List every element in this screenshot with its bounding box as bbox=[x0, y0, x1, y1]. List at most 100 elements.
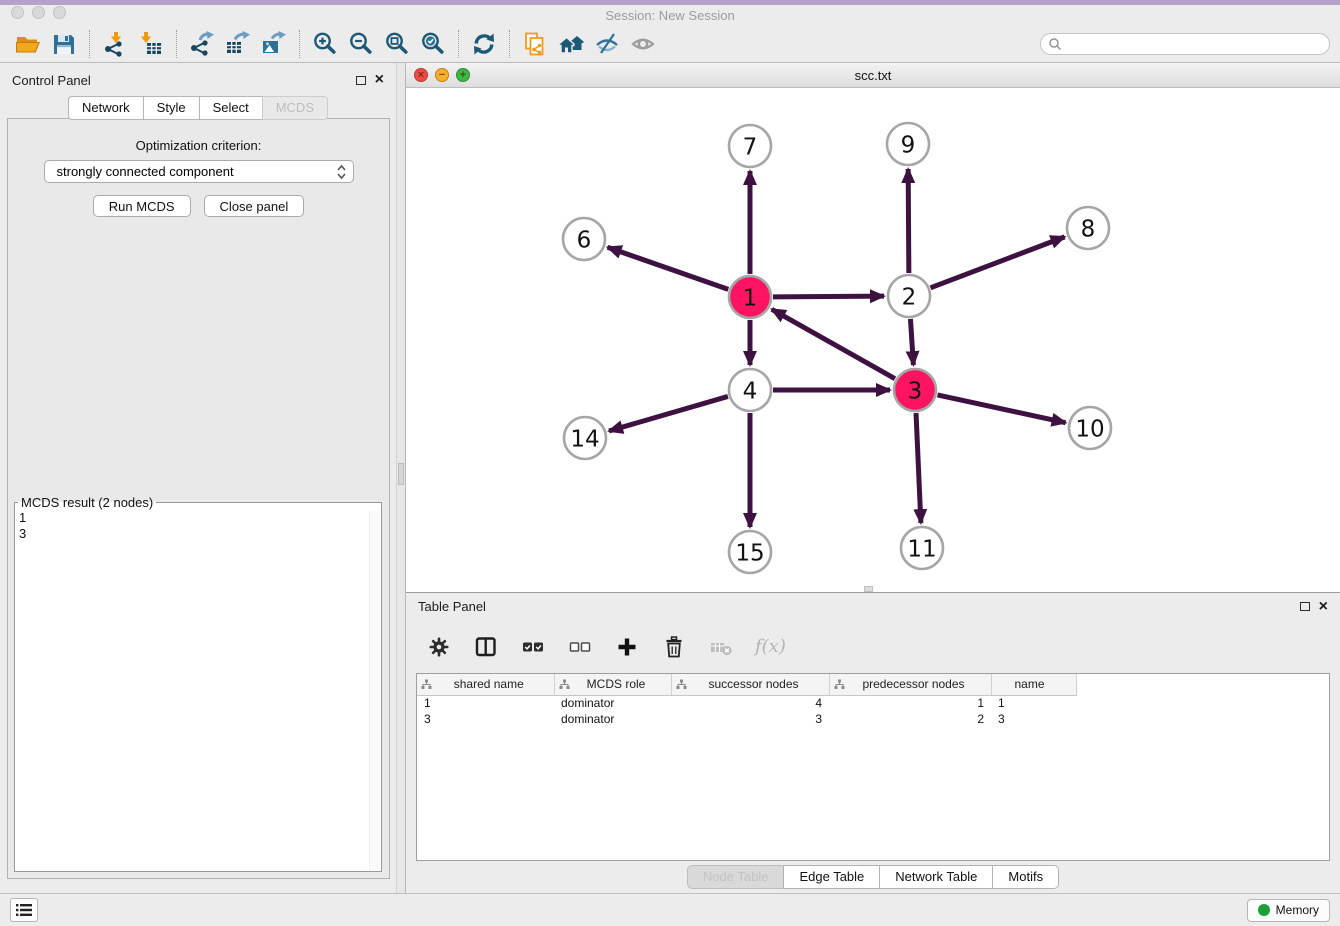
first-neighbors-button[interactable] bbox=[553, 28, 589, 60]
graph-node[interactable]: 15 bbox=[729, 531, 771, 573]
search-input[interactable] bbox=[1062, 37, 1322, 51]
hide-selected-button[interactable] bbox=[589, 28, 625, 60]
panel-splitter[interactable] bbox=[396, 63, 406, 893]
result-scrollbar[interactable] bbox=[369, 511, 380, 870]
tab-mcds[interactable]: MCDS bbox=[262, 96, 328, 120]
zoom-in-button[interactable] bbox=[307, 28, 343, 60]
close-table-panel-icon[interactable]: × bbox=[1319, 601, 1328, 613]
graph-node-label: 1 bbox=[743, 285, 758, 311]
app-close-button[interactable] bbox=[11, 6, 24, 19]
zoom-out-button[interactable] bbox=[343, 28, 379, 60]
graph-node[interactable]: 14 bbox=[564, 417, 606, 459]
close-panel-icon[interactable]: × bbox=[375, 74, 384, 86]
app-maximize-button[interactable] bbox=[53, 6, 66, 19]
network-canvas[interactable]: 7 9 6 8 1 2 4 3 14 10 15 11 bbox=[406, 88, 1340, 592]
graph-node[interactable]: 9 bbox=[887, 123, 929, 165]
graph-edge[interactable] bbox=[609, 396, 728, 431]
show-all-button[interactable] bbox=[625, 28, 661, 60]
tab-node-table[interactable]: Node Table bbox=[687, 865, 784, 889]
graph-edge[interactable] bbox=[608, 247, 729, 289]
graph-node[interactable]: 4 bbox=[729, 369, 771, 411]
table-row[interactable]: 3dominator323 bbox=[417, 711, 1076, 727]
toggle-columns-button[interactable] bbox=[473, 634, 499, 660]
export-network-button[interactable] bbox=[184, 28, 220, 60]
table-cell[interactable]: 3 bbox=[671, 711, 829, 727]
mcds-result-title: MCDS result (2 nodes) bbox=[18, 495, 156, 510]
new-network-from-selection-button[interactable] bbox=[517, 28, 553, 60]
table-cell[interactable]: 4 bbox=[671, 695, 829, 711]
network-close-button[interactable]: × bbox=[414, 68, 428, 82]
graph-edge[interactable] bbox=[910, 319, 913, 365]
splitter-grip[interactable] bbox=[398, 463, 404, 485]
table-cell[interactable]: 1 bbox=[829, 695, 991, 711]
graph-node[interactable]: 2 bbox=[888, 275, 930, 317]
network-minimize-button[interactable]: − bbox=[435, 68, 449, 82]
memory-button[interactable]: Memory bbox=[1247, 899, 1330, 922]
import-table-button[interactable] bbox=[133, 28, 169, 60]
apply-layout-button[interactable] bbox=[466, 28, 502, 60]
network-window-titlebar[interactable]: × − + scc.txt bbox=[406, 63, 1340, 88]
tab-network-table[interactable]: Network Table bbox=[879, 865, 992, 889]
column-header-mcds-role[interactable]: MCDS role bbox=[554, 674, 671, 695]
graph-edge[interactable] bbox=[937, 395, 1065, 423]
table-cell[interactable]: 3 bbox=[991, 711, 1076, 727]
graph-node[interactable]: 6 bbox=[563, 218, 605, 260]
graph-node[interactable]: 10 bbox=[1069, 407, 1111, 449]
table-cell[interactable]: 1 bbox=[991, 695, 1076, 711]
search-field[interactable] bbox=[1040, 33, 1330, 55]
graph-edge[interactable] bbox=[931, 237, 1065, 288]
network-zoom-button[interactable]: + bbox=[456, 68, 470, 82]
table-settings-button[interactable] bbox=[426, 634, 452, 660]
optimization-criterion-select[interactable]: strongly connected component bbox=[44, 160, 354, 183]
graph-node[interactable]: 1 bbox=[729, 276, 771, 318]
open-session-button[interactable] bbox=[10, 28, 46, 60]
graph-node[interactable]: 7 bbox=[729, 125, 771, 167]
network-graph[interactable]: 7 9 6 8 1 2 4 3 14 10 15 11 bbox=[406, 88, 1338, 592]
create-column-button[interactable] bbox=[614, 634, 640, 660]
column-header-successor-nodes[interactable]: successor nodes bbox=[671, 674, 829, 695]
graph-edge[interactable] bbox=[908, 169, 909, 273]
float-panel-icon[interactable] bbox=[356, 76, 366, 85]
network-splitter-grip[interactable] bbox=[864, 586, 873, 592]
graph-edge[interactable] bbox=[773, 296, 884, 297]
tab-network[interactable]: Network bbox=[68, 96, 143, 120]
trash-icon bbox=[662, 635, 686, 659]
column-header-shared-name[interactable]: shared name bbox=[417, 674, 554, 695]
task-history-button[interactable] bbox=[10, 898, 38, 922]
import-network-button[interactable] bbox=[97, 28, 133, 60]
function-builder-button[interactable]: f(x) bbox=[755, 634, 786, 660]
import-network-icon bbox=[102, 31, 128, 57]
deselect-all-button[interactable] bbox=[567, 634, 593, 660]
app-minimize-button[interactable] bbox=[32, 6, 45, 19]
delete-column-button[interactable] bbox=[661, 634, 687, 660]
graph-node[interactable]: 8 bbox=[1067, 207, 1109, 249]
tab-edge-table[interactable]: Edge Table bbox=[783, 865, 879, 889]
save-session-button[interactable] bbox=[46, 28, 82, 60]
graph-node[interactable]: 3 bbox=[894, 369, 936, 411]
delete-table-button[interactable] bbox=[708, 634, 734, 660]
graph-edge[interactable] bbox=[772, 309, 895, 378]
graph-node[interactable]: 11 bbox=[901, 527, 943, 569]
close-panel-button[interactable]: Close panel bbox=[204, 195, 305, 217]
table-cell[interactable]: dominator bbox=[554, 711, 671, 727]
column-header-name[interactable]: name bbox=[991, 674, 1076, 695]
graph-node-label: 15 bbox=[735, 540, 764, 566]
run-mcds-button[interactable]: Run MCDS bbox=[93, 195, 191, 217]
table-row[interactable]: 1dominator411 bbox=[417, 695, 1076, 711]
select-all-button[interactable] bbox=[520, 634, 546, 660]
tab-select[interactable]: Select bbox=[199, 96, 262, 120]
zoom-fit-button[interactable] bbox=[379, 28, 415, 60]
table-cell[interactable]: 1 bbox=[417, 695, 554, 711]
zoom-selected-button[interactable] bbox=[415, 28, 451, 60]
table-cell[interactable]: 2 bbox=[829, 711, 991, 727]
table-cell[interactable]: 3 bbox=[417, 711, 554, 727]
tab-motifs[interactable]: Motifs bbox=[992, 865, 1059, 889]
app-traffic-lights[interactable] bbox=[11, 6, 66, 19]
graph-edge[interactable] bbox=[916, 413, 921, 523]
tab-style[interactable]: Style bbox=[143, 96, 199, 120]
float-table-panel-icon[interactable] bbox=[1300, 602, 1310, 611]
column-header-predecessor-nodes[interactable]: predecessor nodes bbox=[829, 674, 991, 695]
export-image-button[interactable] bbox=[256, 28, 292, 60]
table-cell[interactable]: dominator bbox=[554, 695, 671, 711]
export-table-button[interactable] bbox=[220, 28, 256, 60]
